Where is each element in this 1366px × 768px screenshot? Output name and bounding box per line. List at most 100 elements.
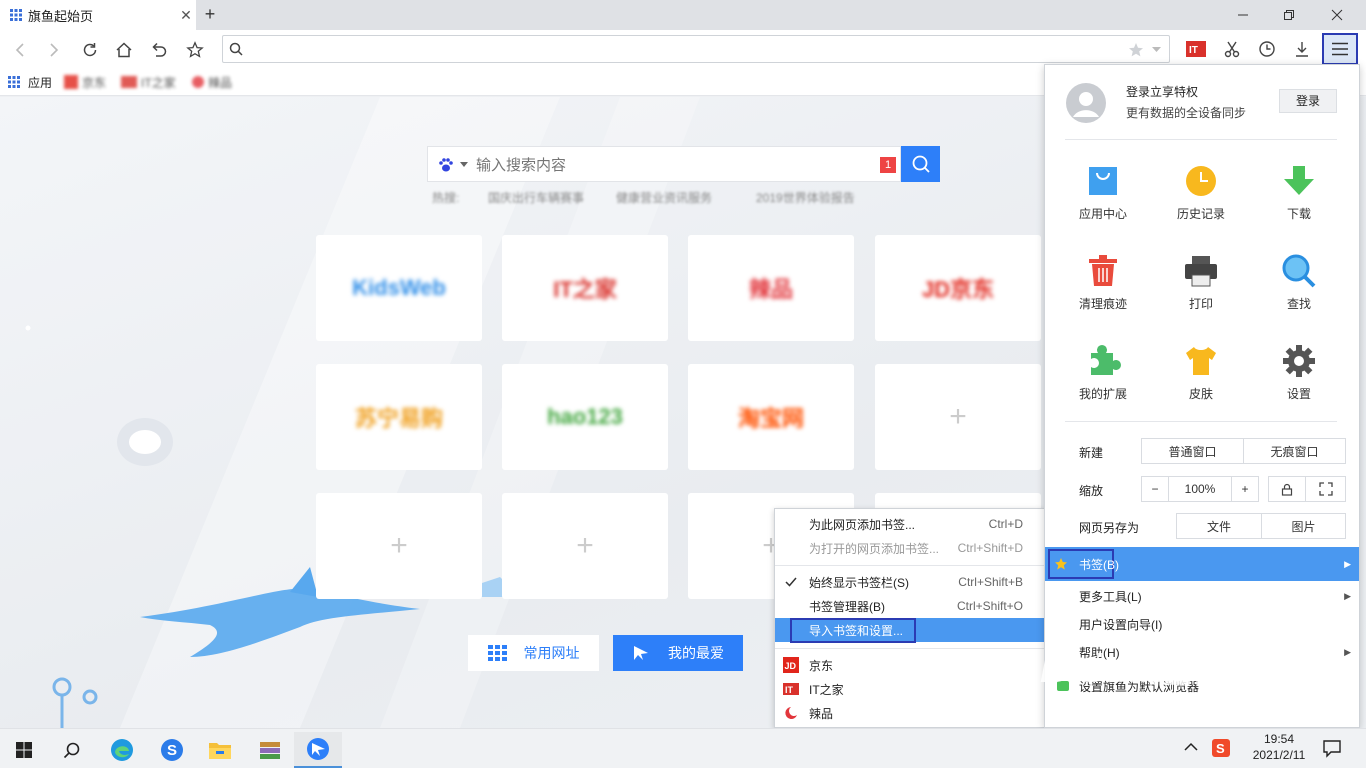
hot-item[interactable]: 2019世界体验报告 (756, 189, 855, 206)
hot-item[interactable]: 国庆出行车辆赛事 (488, 189, 584, 206)
checkmark-icon (785, 576, 797, 588)
tab-my-favorites[interactable]: 我的最爱 (613, 635, 743, 671)
speed-dial-tile[interactable]: 辣品 (688, 235, 854, 341)
main-menu-button[interactable] (1322, 33, 1358, 65)
menu-grid-clear-traces[interactable]: 清理痕迹 (1058, 253, 1148, 312)
history-clock-icon[interactable] (1254, 37, 1280, 61)
clock-date: 2021/2/11 (1252, 748, 1306, 762)
new-normal-window-button[interactable]: 普通窗口 (1141, 438, 1244, 464)
notification-icon[interactable] (1322, 738, 1342, 758)
taskbar-winrar[interactable] (246, 732, 294, 768)
address-bar[interactable] (222, 35, 1170, 63)
bookmark-apps[interactable]: 应用 (8, 74, 52, 90)
menu-item-bookmark-ithome[interactable]: IT IT之家 (775, 677, 1045, 701)
reload-button[interactable] (78, 38, 102, 62)
new-tab-button[interactable]: + (200, 4, 220, 26)
menu-item-bookmark-lapin[interactable]: 辣品 (775, 701, 1045, 725)
bookmark-lapin[interactable]: 辣品 (192, 74, 232, 90)
menu-item-label: 导入书签和设置... (809, 623, 904, 638)
speed-dial-tile[interactable]: KidsWeb (316, 235, 482, 341)
hot-item[interactable]: 健康营业资讯服务 (616, 189, 712, 206)
login-button[interactable]: 登录 (1279, 89, 1337, 113)
menu-grid-settings[interactable]: 设置 (1254, 343, 1344, 402)
login-subtitle: 更有数据的全设备同步 (1126, 106, 1247, 120)
menu-grid-print[interactable]: 打印 (1156, 253, 1246, 312)
tab-start-page[interactable]: 旗鱼起始页 ✕ (0, 0, 196, 30)
menu-grid-extensions[interactable]: 我的扩展 (1058, 343, 1148, 402)
address-input[interactable] (249, 39, 1119, 59)
menu-item-bookmark-jd[interactable]: JD 京东 (775, 653, 1045, 677)
menu-item-bookmarks[interactable]: 书签(B) ▶ (1045, 547, 1359, 581)
download-icon[interactable] (1289, 37, 1315, 61)
close-window-button[interactable] (1314, 0, 1360, 30)
speed-dial-tile[interactable]: hao123 (502, 364, 668, 470)
taskbar-search-button[interactable] (48, 732, 96, 768)
undo-close-button[interactable] (147, 38, 171, 62)
taskbar-sogou[interactable]: S (148, 732, 196, 768)
menu-item-show-bookmarks-bar[interactable]: 始终显示书签栏(S) Ctrl+Shift+B (775, 570, 1045, 594)
tray-sogou-input-icon[interactable]: S (1212, 739, 1230, 757)
menu-grid-find[interactable]: 查找 (1254, 253, 1344, 312)
save-as-image-button[interactable]: 图片 (1261, 513, 1346, 539)
zoom-out-button[interactable]: − (1141, 476, 1169, 502)
grid-label: 历史记录 (1176, 207, 1225, 221)
menu-item-add-bookmark[interactable]: 为此网页添加书签... Ctrl+D (775, 512, 1045, 536)
svg-text:S: S (167, 742, 177, 759)
speed-dial-add-tile[interactable]: + (502, 493, 668, 599)
menu-item-add-all-bookmarks[interactable]: 为打开的网页添加书签... Ctrl+Shift+D (775, 536, 1045, 560)
taskbar-qiyu-browser[interactable] (294, 732, 342, 768)
restore-button[interactable] (1266, 0, 1312, 30)
taskbar-file-explorer[interactable] (196, 732, 244, 768)
zoom-in-button[interactable]: + (1231, 476, 1259, 502)
avatar[interactable] (1066, 83, 1106, 123)
menu-item-label: 书签(B) (1079, 557, 1119, 572)
search-input[interactable] (476, 155, 856, 175)
speed-dial-tile[interactable]: JD京东 (875, 235, 1041, 341)
bookmark-jd[interactable]: 京东 (64, 74, 106, 90)
menu-item-user-guide[interactable]: 用户设置向导(I) (1045, 611, 1359, 637)
bookmark-star-icon[interactable] (1128, 42, 1144, 58)
menu-separator (775, 648, 1045, 649)
menu-grid-history[interactable]: 历史记录 (1156, 163, 1246, 222)
tab-common-sites[interactable]: 常用网址 (468, 635, 599, 671)
menu-item-bookmark-manager[interactable]: 书签管理器(B) Ctrl+Shift+O (775, 594, 1045, 618)
bookmark-ithome[interactable]: IT之家 (121, 74, 176, 90)
speed-dial-tile[interactable]: 苏宁易购 (316, 364, 482, 470)
add-icon: + (949, 400, 967, 433)
app-center-icon (1085, 163, 1121, 199)
fullscreen-icon[interactable] (1305, 476, 1346, 502)
lock-icon[interactable] (1268, 476, 1306, 502)
menu-grid-app-center[interactable]: 应用中心 (1058, 163, 1148, 222)
tab-close-icon[interactable]: ✕ (176, 7, 196, 24)
speed-dial-add-tile[interactable]: + (316, 493, 482, 599)
baidu-paw-icon[interactable] (438, 157, 454, 173)
menu-item-more-tools[interactable]: 更多工具(L) ▶ (1045, 583, 1359, 609)
taskbar-clock[interactable]: 19:54 2021/2/11 (1244, 731, 1314, 763)
scissors-icon[interactable] (1219, 37, 1245, 61)
ithome-extension-icon[interactable]: IT (1183, 37, 1209, 61)
speed-dial-add-tile[interactable]: + (875, 364, 1041, 470)
speed-dial-tile[interactable]: IT之家 (502, 235, 668, 341)
menu-grid-download[interactable]: 下载 (1254, 163, 1344, 222)
forward-button[interactable] (42, 38, 66, 62)
divider (1065, 421, 1337, 422)
engine-dropdown-icon[interactable] (460, 162, 468, 167)
grid-label: 清理痕迹 (1078, 297, 1127, 311)
save-as-file-button[interactable]: 文件 (1176, 513, 1262, 539)
search-box[interactable]: 1 (427, 146, 901, 182)
chevron-down-icon[interactable] (1152, 47, 1161, 53)
new-private-window-button[interactable]: 无痕窗口 (1243, 438, 1346, 464)
search-button[interactable] (901, 146, 940, 182)
grid-label: 打印 (1188, 297, 1213, 311)
menu-grid-skin[interactable]: 皮肤 (1156, 343, 1246, 402)
tray-chevron-up-icon[interactable] (1184, 742, 1198, 752)
taskbar-edge[interactable] (98, 732, 146, 768)
windows-icon (16, 742, 32, 758)
speed-dial-tile[interactable]: 淘宝网 (688, 364, 854, 470)
minimize-button[interactable] (1220, 0, 1266, 30)
menu-item-import-bookmarks[interactable]: 导入书签和设置... (775, 618, 1045, 643)
favorite-star-button[interactable] (183, 38, 207, 62)
back-button[interactable] (8, 38, 32, 62)
home-button[interactable] (112, 38, 136, 62)
start-button[interactable] (0, 732, 48, 768)
